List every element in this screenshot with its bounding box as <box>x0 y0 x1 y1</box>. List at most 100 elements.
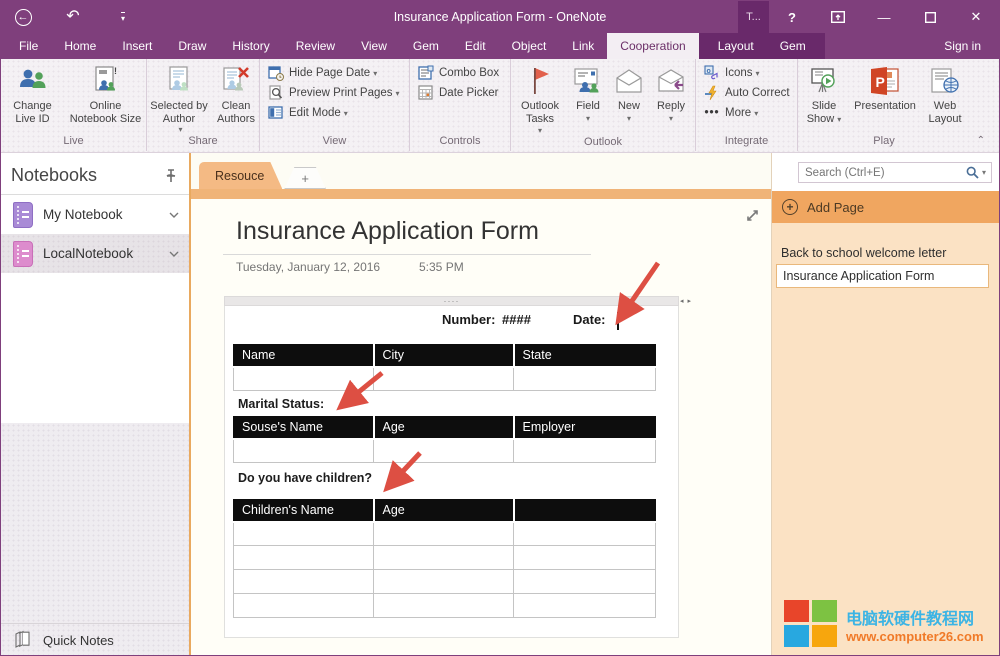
tab-review[interactable]: Review <box>283 33 348 59</box>
ribbon-group-live: Change Live ID ! Online Notebook Size Li… <box>1 59 147 151</box>
online-notebook-size-button[interactable]: ! Online Notebook Size <box>66 63 146 126</box>
collapse-ribbon-button[interactable]: ⌃ <box>977 135 985 146</box>
tab-link[interactable]: Link <box>559 33 607 59</box>
marital-status-label[interactable]: Marital Status: <box>238 397 324 411</box>
table-header-cell[interactable]: City <box>374 345 514 367</box>
undo-button[interactable]: ↶ <box>61 5 85 29</box>
table-cell[interactable] <box>374 594 514 618</box>
tab-draw[interactable]: Draw <box>165 33 219 59</box>
number-value[interactable]: #### <box>502 312 531 327</box>
change-live-id-button[interactable]: Change Live ID <box>2 63 64 126</box>
table-cell[interactable] <box>514 439 656 463</box>
table-header-cell[interactable]: Children's Name <box>234 500 374 522</box>
h-scroll-arrows-icon[interactable]: ◂ ▸ <box>680 298 692 306</box>
number-date-line[interactable]: Number: #### Date: <box>225 312 678 332</box>
more-button[interactable]: ••• More <box>704 105 758 121</box>
full-page-view-icon[interactable] <box>744 207 761 224</box>
table-cell[interactable] <box>234 522 374 546</box>
slide-show-button[interactable]: Slide Show <box>800 63 848 126</box>
tab-history[interactable]: History <box>219 33 282 59</box>
presentation-button[interactable]: P Presentation <box>850 63 920 114</box>
people-icon <box>18 64 48 98</box>
page-canvas[interactable]: Insurance Application Form Tuesday, Janu… <box>191 199 771 656</box>
table-cell[interactable] <box>514 546 656 570</box>
table-cell[interactable] <box>514 570 656 594</box>
table-header-cell[interactable]: Age <box>374 500 514 522</box>
tab-gem-contextual[interactable]: Gem <box>767 33 819 59</box>
search-input[interactable] <box>799 167 966 179</box>
table-header-cell[interactable]: Souse's Name <box>234 417 374 439</box>
tab-file[interactable]: File <box>1 33 51 59</box>
tab-insert[interactable]: Insert <box>109 33 165 59</box>
selected-by-author-button[interactable]: Selected by Author <box>147 63 211 135</box>
customize-quick-access-button[interactable]: ▾ <box>111 5 135 29</box>
chevron-down-icon[interactable] <box>169 212 179 218</box>
table-header-cell[interactable]: Age <box>374 417 514 439</box>
pin-icon[interactable] <box>165 169 177 183</box>
new-section-tab[interactable]: + <box>284 167 326 189</box>
table-cell[interactable] <box>234 546 374 570</box>
table-cell[interactable] <box>234 570 374 594</box>
contextual-tab-group: Layout Gem <box>699 33 825 59</box>
sign-in-button[interactable]: Sign in <box>926 33 999 59</box>
clean-authors-button[interactable]: Clean Authors <box>213 63 259 126</box>
table-cell[interactable] <box>514 522 656 546</box>
hide-page-date-button[interactable]: Hide Page Date <box>268 65 377 81</box>
notebook-item-my-notebook[interactable]: My Notebook <box>1 195 189 234</box>
table-cell[interactable] <box>374 439 514 463</box>
help-button[interactable]: ? <box>769 1 815 33</box>
note-container[interactable]: ···· ◂ ▸ Number: #### Date: Name City <box>224 296 679 638</box>
truncated-tab-stub[interactable]: T... <box>738 1 769 33</box>
svg-text:o: o <box>707 68 711 75</box>
add-page-button[interactable]: + Add Page <box>772 191 999 223</box>
combo-box-button[interactable]: Combo Box <box>418 65 499 81</box>
date-picker-button[interactable]: Date Picker <box>418 85 498 101</box>
search-box[interactable]: ▾ <box>798 162 992 183</box>
table-cell[interactable] <box>234 439 374 463</box>
field-button[interactable]: Field <box>568 63 608 124</box>
table-header-cell[interactable]: State <box>514 345 656 367</box>
table-cell[interactable] <box>374 367 514 391</box>
tab-home[interactable]: Home <box>51 33 109 59</box>
table-cell[interactable] <box>234 594 374 618</box>
tab-edit[interactable]: Edit <box>452 33 499 59</box>
children-question-label[interactable]: Do you have children? <box>238 471 372 485</box>
container-drag-handle[interactable]: ···· ◂ ▸ <box>224 296 679 306</box>
page-list-item[interactable]: Back to school welcome letter <box>781 246 946 260</box>
tab-layout[interactable]: Layout <box>705 33 767 59</box>
table-header-cell[interactable]: Employer <box>514 417 656 439</box>
table-cell[interactable] <box>234 367 374 391</box>
new-button[interactable]: New <box>610 63 648 124</box>
table-cell[interactable] <box>374 546 514 570</box>
edit-mode-button[interactable]: Edit Mode <box>268 105 348 121</box>
outlook-tasks-button[interactable]: Outlook Tasks <box>514 63 566 136</box>
table-cell[interactable] <box>514 594 656 618</box>
ribbon-display-options-button[interactable] <box>815 1 861 33</box>
auto-correct-button[interactable]: Auto Correct <box>704 85 790 101</box>
tab-gem[interactable]: Gem <box>400 33 452 59</box>
table-cell[interactable] <box>374 570 514 594</box>
tab-view[interactable]: View <box>348 33 400 59</box>
chevron-down-icon[interactable] <box>169 251 179 257</box>
table-cell[interactable] <box>514 367 656 391</box>
table-cell[interactable] <box>374 522 514 546</box>
page-list-item-selected[interactable]: Insurance Application Form <box>776 264 989 288</box>
minimize-button[interactable]: — <box>861 1 907 33</box>
close-button[interactable]: ✕ <box>953 1 999 33</box>
notebook-item-localnotebook[interactable]: LocalNotebook <box>1 234 189 273</box>
section-tab-resouce[interactable]: Resouce <box>199 162 282 189</box>
search-scope-dropdown-icon[interactable]: ▾ <box>979 168 991 177</box>
search-icon[interactable] <box>966 166 979 179</box>
icons-button[interactable]: o Icons <box>704 65 760 81</box>
table-header-cell[interactable] <box>514 500 656 522</box>
table-header-cell[interactable]: Name <box>234 345 374 367</box>
maximize-button[interactable] <box>907 1 953 33</box>
page-title[interactable]: Insurance Application Form <box>236 217 539 246</box>
tab-object[interactable]: Object <box>499 33 560 59</box>
tab-cooperation-active[interactable]: Cooperation <box>607 33 698 59</box>
web-layout-button[interactable]: Web Layout <box>922 63 968 126</box>
reply-button[interactable]: Reply <box>650 63 692 124</box>
quick-notes-button[interactable]: Quick Notes <box>1 623 189 656</box>
back-button[interactable]: ← <box>11 5 35 29</box>
preview-print-pages-button[interactable]: Preview Print Pages <box>268 85 400 101</box>
